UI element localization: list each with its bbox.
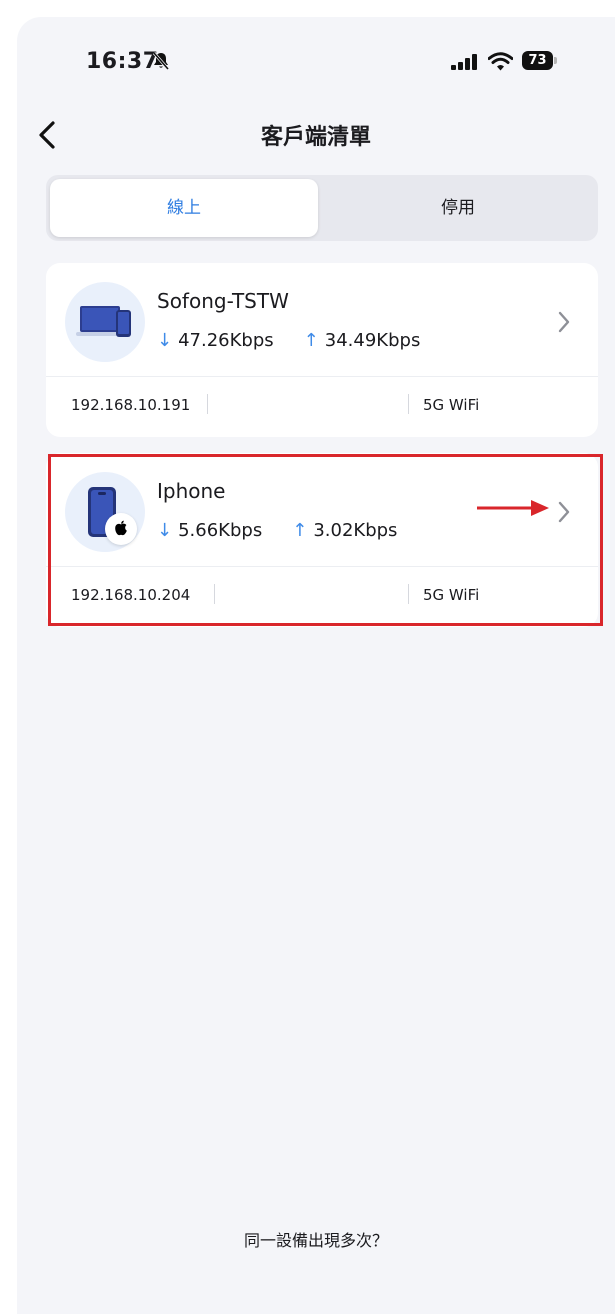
highlight-box xyxy=(48,454,603,626)
annotation-arrow-icon xyxy=(475,497,551,523)
upload-speed: 34.49Kbps xyxy=(324,330,421,351)
separator xyxy=(207,394,208,414)
card-divider xyxy=(46,376,598,377)
page-title: 客戶端清單 xyxy=(260,125,371,150)
client-card-sofong[interactable]: Sofong-TSTW ↓ 47.26Kbps ↑ 34.49Kbps 192.168… xyxy=(46,263,598,437)
laptop-phone-icon xyxy=(65,282,145,362)
status-time: 16:37 xyxy=(86,49,159,74)
cellular-signal-icon xyxy=(451,54,479,74)
app-screen: 16:37 73 客戶端清單 線上 停用 Sofong-TSTW ↓ 47.26… xyxy=(17,17,615,1314)
tab-disabled[interactable]: 停用 xyxy=(322,179,594,237)
status-segmented-control: 線上 停用 xyxy=(46,175,598,241)
duplicate-device-link[interactable]: 同一設備出現多次？ xyxy=(17,1227,615,1251)
speed-row: ↓ 47.26Kbps ↑ 34.49Kbps xyxy=(157,330,420,351)
tab-online[interactable]: 線上 xyxy=(50,179,318,237)
client-ip: 192.168.10.191 xyxy=(71,396,191,414)
wifi-icon xyxy=(487,52,514,75)
battery-icon: 73 xyxy=(522,51,553,70)
download-speed: 47.26Kbps xyxy=(178,330,274,351)
battery-cap xyxy=(554,57,557,64)
client-network: 5G WiFi xyxy=(423,396,480,414)
bell-slash-icon xyxy=(151,51,171,75)
chevron-right-icon xyxy=(556,309,572,339)
status-bar: 16:37 73 xyxy=(17,17,615,107)
client-name: Sofong-TSTW xyxy=(157,289,289,313)
download-arrow-icon: ↓ xyxy=(157,330,173,351)
separator xyxy=(408,394,409,414)
upload-arrow-icon: ↑ xyxy=(303,330,319,351)
